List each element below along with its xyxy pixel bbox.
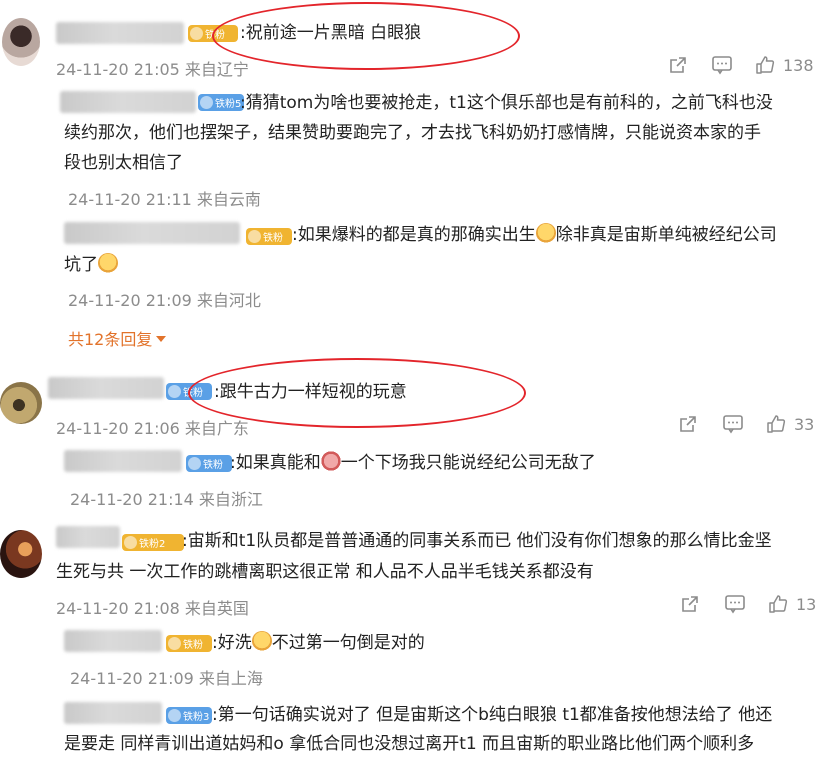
reply-meta: 24-11-20 21:09 来自河北 <box>68 291 261 310</box>
reply-text: :如果真能和 <box>230 453 321 473</box>
fan-badge: 铁粉 <box>246 228 292 245</box>
username-blurred[interactable] <box>64 450 182 472</box>
reply-text-line: 坑了 <box>64 250 118 281</box>
reply-meta: 24-11-20 21:11 来自云南 <box>68 190 261 209</box>
reply-text: 除非真是宙斯单纯被经纪公司 <box>555 225 777 245</box>
like-icon <box>767 415 786 433</box>
annotation-oval <box>212 2 520 70</box>
like-count: 13 <box>796 594 817 614</box>
username-blurred[interactable] <box>60 91 196 113</box>
comment-text-line: 生死与共 一次工作的跳槽离职这很正常 和人品不人品半毛钱关系都没有 <box>56 562 594 582</box>
reply-text: 一个下场我只能说经纪公司无敌了 <box>340 453 596 473</box>
reply-text-line: 是要走 同样青训出道姑妈和o 拿低合同也没想过离开t1 而且宙斯的职业路比他们两… <box>64 734 755 754</box>
comment-button[interactable] <box>724 594 746 614</box>
like-button[interactable]: 138 <box>755 55 814 75</box>
comment-meta: 24-11-20 21:05 来自辽宁 <box>56 60 249 79</box>
comment-icon <box>723 415 743 434</box>
fan-badge: 铁粉 <box>166 635 212 652</box>
username-blurred[interactable] <box>56 526 120 548</box>
reply-text: 坑了 <box>64 255 98 275</box>
reply-text-line: :好洗 不过第一句倒是对的 <box>212 628 425 659</box>
share-button[interactable] <box>678 414 698 434</box>
reply-text: 不过第一句倒是对的 <box>271 633 425 653</box>
reply-text-line: 续约那次，他们也摆架子，结果赞助要跑完了，才去找飞科奶奶打感情牌，只能说资本家的… <box>64 123 761 143</box>
fan-badge: 铁粉2 <box>122 534 184 551</box>
fan-badge: 铁粉3 <box>166 707 212 724</box>
username-blurred[interactable] <box>56 22 184 44</box>
share-icon <box>670 57 686 73</box>
avatar[interactable] <box>2 18 40 66</box>
username-blurred[interactable] <box>48 377 164 399</box>
caret-down-icon <box>156 336 167 342</box>
like-count: 138 <box>783 55 814 75</box>
more-replies-label: 共12条回复 <box>68 330 153 349</box>
comment-button[interactable] <box>711 55 733 75</box>
username-blurred[interactable] <box>64 702 162 724</box>
comment-text-line: :宙斯和t1队员都是普普通通的同事关系而已 他们没有你们想象的那么情比金坚 <box>182 531 772 551</box>
share-button[interactable] <box>680 594 700 614</box>
avatar[interactable] <box>0 530 42 578</box>
comment-icon <box>725 595 745 614</box>
like-button[interactable]: 13 <box>768 594 816 614</box>
comment-meta: 24-11-20 21:06 来自广东 <box>56 419 249 438</box>
reply-meta: 24-11-20 21:09 来自上海 <box>70 669 263 688</box>
emoji-icon <box>251 631 272 651</box>
reply-meta: 24-11-20 21:14 来自浙江 <box>70 490 263 509</box>
emoji-icon <box>535 223 556 243</box>
like-count: 33 <box>794 414 815 434</box>
reply-text: :如果爆料的都是真的那确实出生 <box>292 225 536 245</box>
like-icon <box>756 56 775 74</box>
annotation-oval <box>188 358 526 428</box>
like-button[interactable]: 33 <box>766 414 814 434</box>
reply-text-line: :如果爆料的都是真的那确实出生 除非真是宙斯单纯被经纪公司 <box>292 220 777 251</box>
emoji-icon <box>98 253 118 273</box>
reply-text: :好洗 <box>212 633 252 653</box>
share-button[interactable] <box>668 55 688 75</box>
reply-text-line: 段也别太相信了 <box>64 153 183 173</box>
comment-meta: 24-11-20 21:08 来自英国 <box>56 599 249 618</box>
share-icon <box>680 416 696 432</box>
reply-text-line: :第一句话确实说对了 但是宙斯这个b纯白眼狼 t1都准备按他想法给了 他还 <box>212 705 773 725</box>
like-icon <box>769 595 788 613</box>
more-replies-link[interactable]: 共12条回复 <box>68 326 167 350</box>
reply-text-line: :如果真能和 一个下场我只能说经纪公司无敌了 <box>230 448 596 479</box>
avatar[interactable] <box>0 382 42 424</box>
emoji-icon <box>320 451 341 471</box>
username-blurred[interactable] <box>64 630 162 652</box>
share-icon <box>682 596 698 612</box>
username-blurred[interactable] <box>64 222 240 244</box>
comment-icon <box>712 56 732 75</box>
fan-badge: 铁粉 <box>186 455 232 472</box>
comment-button[interactable] <box>722 414 744 434</box>
reply-text-line: :猜猜tom为啥也要被抢走，t1这个俱乐部也是有前科的，之前飞科也没 <box>240 93 773 113</box>
fan-badge: 铁粉5 <box>198 94 244 111</box>
